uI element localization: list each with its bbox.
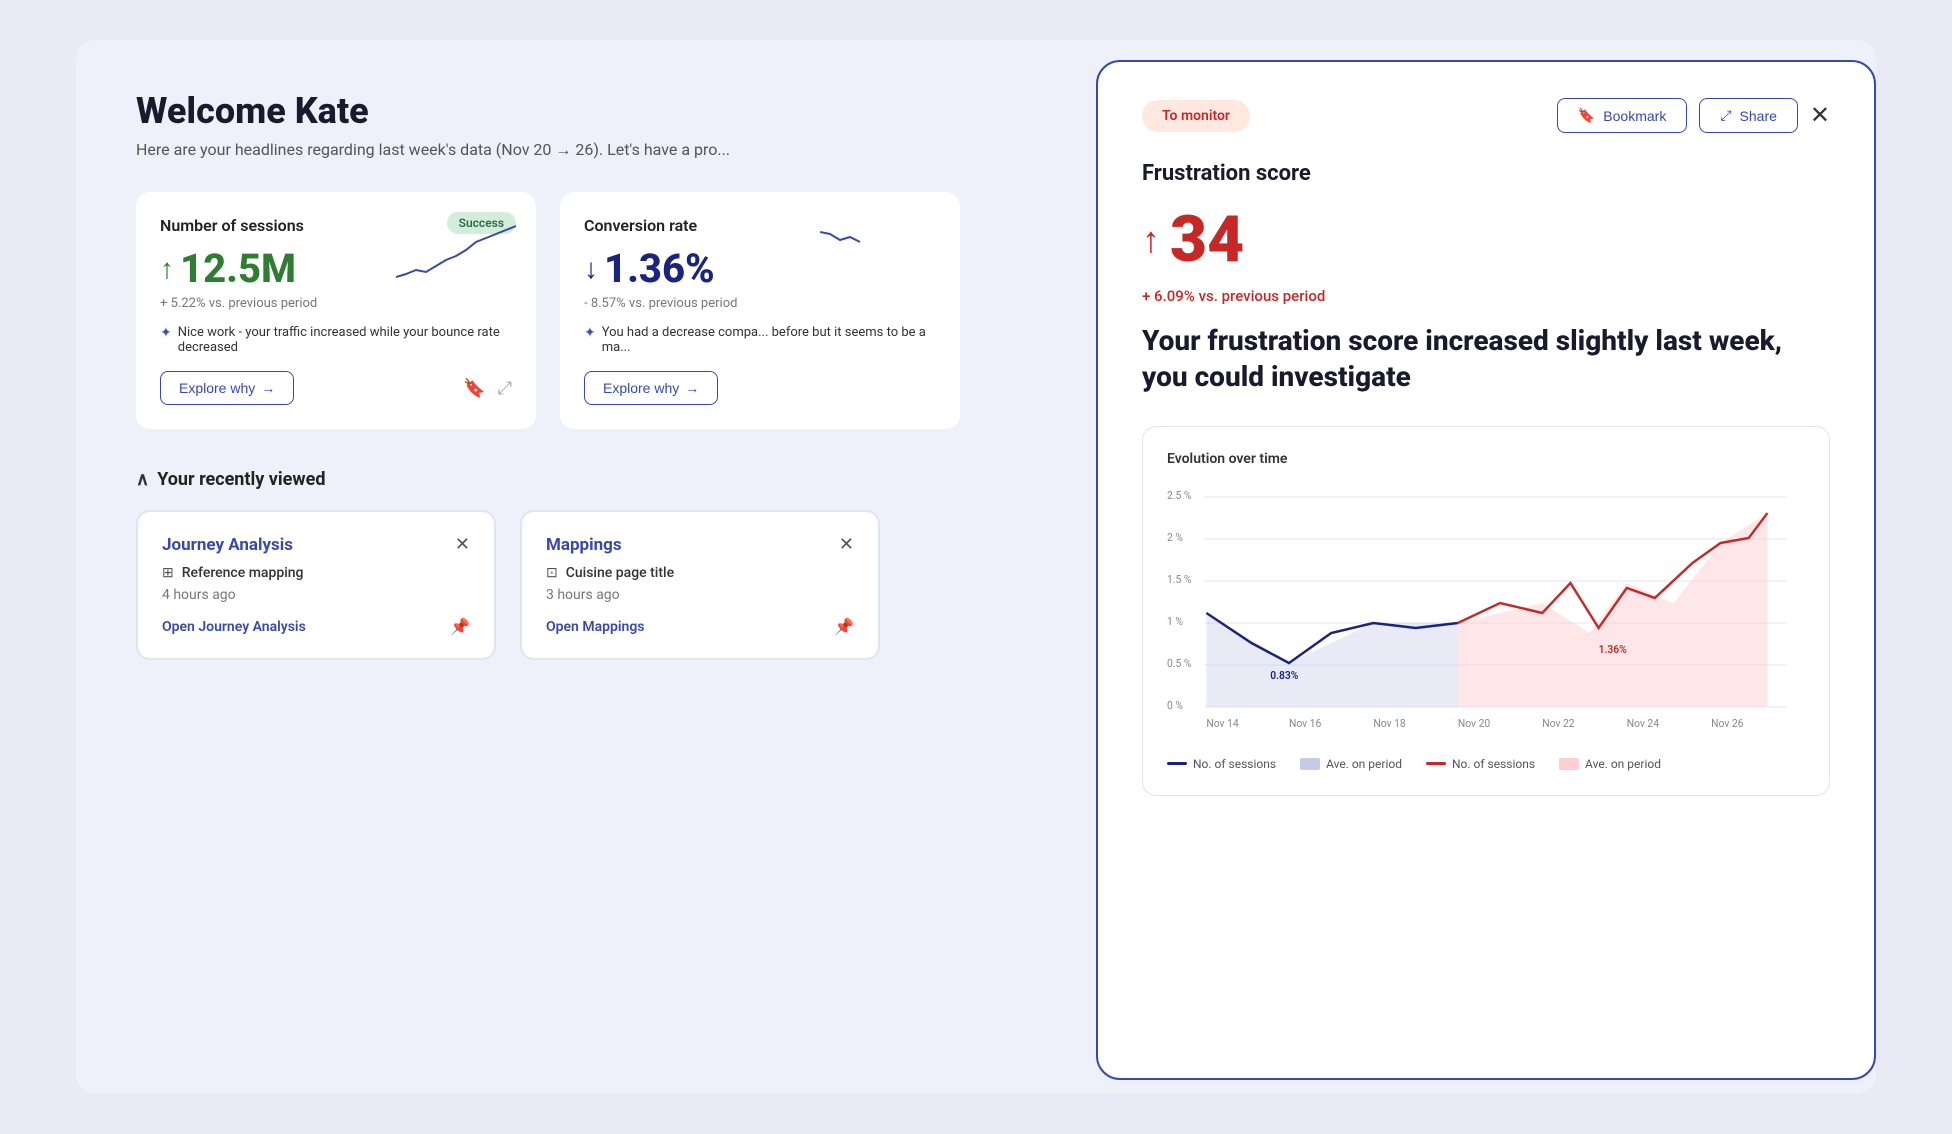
- legend-dot-red: [1426, 762, 1446, 765]
- pin-icon: 📌: [450, 617, 470, 636]
- bookmark-button[interactable]: 🔖 Bookmark: [1557, 98, 1687, 133]
- svg-text:1.36%: 1.36%: [1599, 642, 1627, 655]
- sessions-card: Number of sessions Success ↑ 12.5M + 5.2…: [136, 192, 536, 429]
- pin-icon-2: 📌: [834, 617, 854, 636]
- chevron-up-icon[interactable]: ∧: [136, 469, 149, 490]
- svg-text:0.5 %: 0.5 %: [1167, 656, 1192, 669]
- open-mappings-link[interactable]: Open Mappings 📌: [546, 617, 854, 636]
- frustration-score-value: 34: [1170, 202, 1244, 277]
- legend-sessions-red: No. of sessions: [1426, 757, 1535, 771]
- frustration-label: Frustration score: [1142, 161, 1830, 186]
- svg-text:Nov 18: Nov 18: [1373, 716, 1405, 729]
- chart-legend: No. of sessions Ave. on period No. of se…: [1167, 757, 1805, 771]
- share-icon[interactable]: ⤢: [498, 378, 512, 399]
- journey-card-header: Journey Analysis ✕: [162, 534, 470, 555]
- sessions-card-footer: Explore why → 🔖 ⤢: [160, 371, 512, 405]
- svg-text:Nov 14: Nov 14: [1206, 716, 1238, 729]
- chart-title: Evolution over time: [1167, 451, 1805, 467]
- mappings-card: Mappings ✕ ⊡ Cuisine page title 3 hours …: [520, 510, 880, 660]
- sessions-note: ✦ Nice work - your traffic increased whi…: [160, 325, 512, 355]
- svg-text:1 %: 1 %: [1167, 614, 1183, 627]
- journey-card-item: ⊞ Reference mapping: [162, 565, 470, 581]
- svg-text:1.5 %: 1.5 %: [1167, 572, 1192, 585]
- legend-sessions-navy: No. of sessions: [1167, 757, 1276, 771]
- journey-card-type: Journey Analysis: [162, 535, 293, 555]
- card-action-icons: 🔖 ⤢: [463, 378, 512, 399]
- journey-analysis-card: Journey Analysis ✕ ⊞ Reference mapping 4…: [136, 510, 496, 660]
- journey-time-ago: 4 hours ago: [162, 587, 470, 603]
- arrow-right-icon: →: [261, 380, 275, 396]
- evolution-chart: 2.5 % 2 % 1.5 % 1 % 0.5 % 0 % Nov 14 Nov: [1167, 483, 1805, 743]
- sessions-change: + 5.22% vs. previous period: [160, 296, 512, 311]
- share-button[interactable]: ⤢ Share: [1699, 98, 1798, 133]
- mappings-card-close-button[interactable]: ✕: [839, 534, 854, 555]
- panel-topbar: To monitor 🔖 Bookmark ⤢ Share ✕: [1142, 98, 1830, 133]
- svg-text:Nov 24: Nov 24: [1627, 716, 1659, 729]
- frustration-score-change: + 6.09% vs. previous period: [1142, 287, 1830, 305]
- svg-text:0.83%: 0.83%: [1270, 668, 1298, 681]
- sparkle-icon-2: ✦: [584, 325, 596, 341]
- mappings-card-item: ⊡ Cuisine page title: [546, 565, 854, 581]
- legend-ave-red: Ave. on period: [1559, 757, 1661, 771]
- close-panel-button[interactable]: ✕: [1810, 101, 1830, 130]
- bookmark-icon[interactable]: 🔖: [463, 378, 485, 399]
- bookmark-icon-panel: 🔖: [1578, 107, 1595, 124]
- mappings-card-header: Mappings ✕: [546, 534, 854, 555]
- svg-text:Nov 26: Nov 26: [1711, 716, 1743, 729]
- svg-text:2.5 %: 2.5 %: [1167, 488, 1192, 501]
- legend-dot-navy-light: [1300, 758, 1320, 770]
- share-icon-panel: ⤢: [1720, 107, 1731, 124]
- frustration-score-row: ↑ 34: [1142, 202, 1830, 277]
- svg-text:Nov 16: Nov 16: [1289, 716, 1321, 729]
- mappings-card-type: Mappings: [546, 535, 622, 555]
- frustration-description: Your frustration score increased slightl…: [1142, 323, 1830, 396]
- up-arrow-icon: ↑: [160, 252, 174, 285]
- arrow-right-icon-2: →: [685, 380, 699, 396]
- conversion-card-footer: Explore why →: [584, 371, 936, 405]
- conversion-change: - 8.57% vs. previous period: [584, 296, 936, 311]
- mappings-time-ago: 3 hours ago: [546, 587, 854, 603]
- svg-text:2 %: 2 %: [1167, 530, 1183, 543]
- evolution-chart-container: Evolution over time 2.5 % 2 % 1.5 % 1 % …: [1142, 426, 1830, 796]
- legend-dot-red-light: [1559, 758, 1579, 770]
- conversion-sparkline: [820, 212, 940, 282]
- svg-text:0 %: 0 %: [1167, 698, 1183, 711]
- journey-card-close-button[interactable]: ✕: [455, 534, 470, 555]
- panel-actions: 🔖 Bookmark ⤢ Share ✕: [1557, 98, 1830, 133]
- score-up-arrow-icon: ↑: [1142, 219, 1160, 261]
- down-arrow-icon: ↓: [584, 252, 598, 285]
- svg-text:Nov 22: Nov 22: [1542, 716, 1574, 729]
- open-journey-analysis-link[interactable]: Open Journey Analysis 📌: [162, 617, 470, 636]
- explore-why-sessions-button[interactable]: Explore why →: [160, 371, 294, 405]
- legend-ave-navy: Ave. on period: [1300, 757, 1402, 771]
- svg-text:Nov 20: Nov 20: [1458, 716, 1490, 729]
- legend-dot-navy: [1167, 762, 1187, 765]
- conversion-note: ✦ You had a decrease compa... before but…: [584, 325, 936, 355]
- monitor-badge: To monitor: [1142, 100, 1250, 132]
- conversion-card: Conversion rate ↓ 1.36% - 8.57% vs. prev…: [560, 192, 960, 429]
- frustration-panel: To monitor 🔖 Bookmark ⤢ Share ✕ Frustrat…: [1096, 60, 1876, 1080]
- sessions-sparkline: [396, 222, 516, 292]
- explore-why-conversion-button[interactable]: Explore why →: [584, 371, 718, 405]
- grid-icon-2: ⊡: [546, 565, 558, 581]
- sparkle-icon: ✦: [160, 325, 172, 341]
- grid-icon: ⊞: [162, 565, 174, 581]
